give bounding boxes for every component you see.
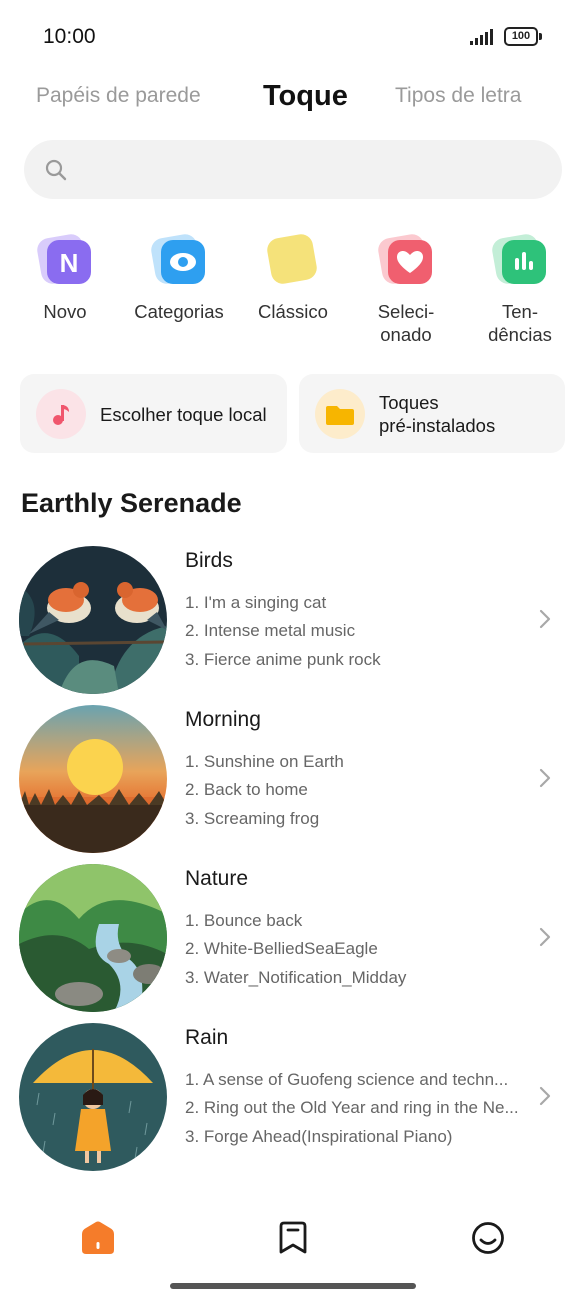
track-item: 1. Bounce back: [185, 911, 303, 930]
chevron-right-icon: [539, 927, 551, 947]
classic-icon: [263, 230, 323, 290]
music-note-icon: [36, 389, 86, 439]
category-label: Ten- dências: [488, 301, 552, 345]
battery-level: 100: [504, 27, 538, 46]
top-tabs: Papéis de parede Toque Tipos de letra: [0, 76, 585, 116]
new-icon: N: [35, 230, 95, 290]
track-item: 2. Ring out the Old Year and ring in the…: [185, 1098, 519, 1117]
collection-title: Nature: [185, 867, 249, 890]
svg-text:N: N: [60, 248, 79, 278]
category-label: Seleci- onado: [377, 301, 435, 345]
bottom-nav: [0, 1200, 585, 1280]
home-icon[interactable]: [78, 1218, 118, 1258]
search-input[interactable]: [24, 140, 562, 199]
battery-icon: 100: [504, 27, 542, 46]
track-item: 2. Intense metal music: [185, 621, 356, 640]
preinstalled-ringtones-button[interactable]: Toques pré-instalados: [299, 374, 565, 453]
section-title: Earthly Serenade: [21, 488, 242, 518]
eye-icon: [149, 230, 209, 290]
track-item: 3. Water_Notification_Midday: [185, 968, 407, 987]
choose-local-ringtone-button[interactable]: Escolher toque local: [20, 374, 287, 453]
tab-wallpapers[interactable]: Papéis de parede: [36, 76, 201, 116]
collection-title: Birds: [185, 549, 233, 572]
chart-icon: [490, 230, 550, 290]
home-indicator[interactable]: [170, 1283, 416, 1289]
category-label: Clássico: [258, 301, 328, 322]
track-item: 1. A sense of Guofeng science and techn.…: [185, 1070, 509, 1089]
track-item: 1. I'm a singing cat: [185, 593, 327, 612]
collection-item-nature[interactable]: Nature 1. Bounce back 2. White-BelliedSe…: [0, 864, 585, 1014]
collection-title: Rain: [185, 1026, 229, 1049]
preinstalled-label: Toques pré-instalados: [379, 392, 496, 436]
tab-ringtones[interactable]: Toque: [263, 76, 348, 116]
category-classic[interactable]: Clássico: [238, 230, 348, 323]
status-bar: 10:00 100: [0, 0, 585, 72]
chevron-right-icon: [539, 609, 551, 629]
chevron-right-icon: [539, 768, 551, 788]
category-label: Categorias: [134, 301, 224, 322]
stream-image: [19, 864, 167, 1012]
choose-local-label: Escolher toque local: [100, 404, 267, 425]
category-categories[interactable]: Categorias: [124, 230, 234, 323]
category-label: Novo: [43, 301, 87, 322]
category-selected[interactable]: Seleci- onado: [351, 230, 461, 346]
search-icon: [45, 159, 67, 181]
bookmark-icon[interactable]: [273, 1218, 313, 1258]
heart-icon: [376, 230, 436, 290]
signal-icon: [470, 29, 493, 45]
chevron-right-icon: [539, 1086, 551, 1106]
category-row: N Novo Categorias Clássico Seleci- onado…: [0, 230, 585, 360]
sunset-image: [19, 705, 167, 853]
track-item: 3. Fierce anime punk rock: [185, 650, 381, 669]
folder-icon: [315, 389, 365, 439]
status-time: 10:00: [43, 25, 96, 48]
collection-item-birds[interactable]: Birds 1. I'm a singing cat 2. Intense me…: [0, 546, 585, 696]
track-item: 3. Forge Ahead(Inspirational Piano): [185, 1127, 453, 1146]
umbrella-girl-image: [19, 1023, 167, 1171]
birds-image: [19, 546, 167, 694]
track-item: 1. Sunshine on Earth: [185, 752, 344, 771]
track-item: 2. White-BelliedSeaEagle: [185, 939, 378, 958]
track-item: 3. Screaming frog: [185, 809, 320, 828]
profile-icon[interactable]: [468, 1218, 508, 1258]
category-trends[interactable]: Ten- dências: [465, 230, 575, 346]
collection-title: Morning: [185, 708, 261, 731]
category-new[interactable]: N Novo: [10, 230, 120, 323]
tab-fonts[interactable]: Tipos de letra: [395, 76, 521, 116]
collection-item-rain[interactable]: Rain 1. A sense of Guofeng science and t…: [0, 1023, 585, 1173]
collection-item-morning[interactable]: Morning 1. Sunshine on Earth 2. Back to …: [0, 705, 585, 855]
track-item: 2. Back to home: [185, 780, 308, 799]
